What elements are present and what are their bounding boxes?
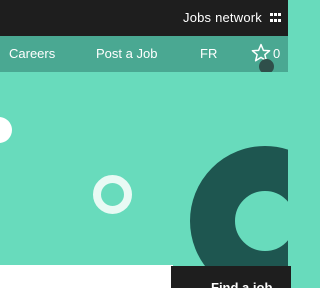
favorites-count: 0	[273, 46, 281, 61]
find-job-button[interactable]: Find a job	[171, 266, 291, 288]
job-search-input[interactable]	[0, 265, 173, 288]
grid-icon[interactable]	[270, 13, 281, 24]
hero-banner	[0, 72, 288, 288]
jobs-network-link[interactable]: Jobs network	[183, 10, 262, 25]
nav-post-a-job[interactable]: Post a Job	[96, 46, 157, 61]
language-toggle[interactable]: FR	[200, 46, 217, 61]
nav-careers[interactable]: Careers	[9, 46, 55, 61]
top-bar: Jobs network	[0, 0, 288, 36]
decorative-circle	[0, 117, 12, 143]
decorative-ring-small	[93, 175, 132, 214]
main-nav: Careers Post a Job FR 0	[0, 36, 288, 72]
